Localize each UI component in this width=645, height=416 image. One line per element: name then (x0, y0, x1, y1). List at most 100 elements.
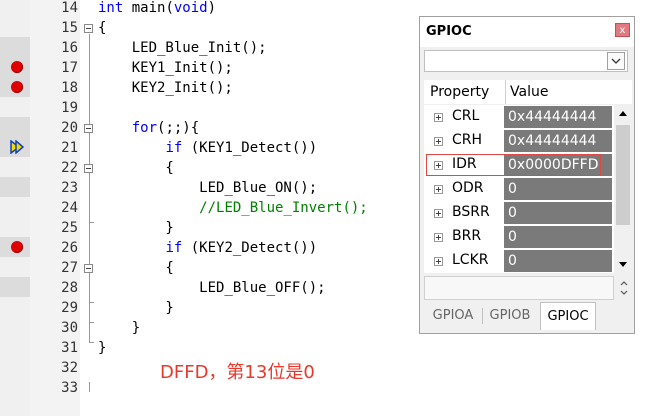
gutter-cell[interactable] (0, 77, 30, 97)
description-panel (424, 276, 614, 300)
fold-guide-end (89, 302, 94, 303)
register-value[interactable]: 0x44444444 (504, 106, 612, 128)
fold-toggle-icon[interactable] (84, 24, 93, 33)
fold-toggle-icon[interactable] (84, 264, 93, 273)
register-value[interactable]: 0 (504, 226, 612, 248)
gutter-cell[interactable] (0, 177, 30, 197)
description-spinner[interactable] (616, 276, 632, 300)
code-line[interactable]: } (98, 218, 173, 238)
line-number: 15 (61, 20, 78, 36)
code-line[interactable]: if (KEY2_Detect()) (98, 238, 317, 258)
gutter-cell[interactable] (0, 237, 30, 257)
current-line-arrow-icon (10, 140, 24, 154)
line-number: 16 (61, 40, 78, 56)
register-name: CRH (452, 132, 483, 148)
port-tabs: GPIOA GPIOB GPIOC (424, 302, 632, 330)
line-number: 27 (61, 260, 78, 276)
scroll-up-icon[interactable] (614, 105, 632, 123)
value-column-header[interactable]: Value (510, 84, 548, 100)
line-number: 22 (61, 160, 78, 176)
register-value[interactable]: 0x44444444 (504, 130, 612, 152)
code-line[interactable]: //LED_Blue_Invert(); (98, 198, 368, 218)
line-number: 18 (61, 80, 78, 96)
code-line[interactable]: } (98, 318, 140, 338)
line-number: 33 (61, 380, 78, 396)
expand-icon[interactable] (434, 137, 443, 146)
breakpoint-icon[interactable] (11, 61, 23, 73)
column-divider[interactable] (505, 80, 506, 104)
expand-icon[interactable] (434, 257, 443, 266)
line-number: 17 (61, 60, 78, 76)
register-name: BRR (452, 228, 482, 244)
fold-guide (89, 382, 90, 392)
line-number: 31 (61, 340, 78, 356)
line-number: 19 (61, 100, 78, 116)
register-value[interactable]: 0 (504, 202, 612, 224)
dropdown-button[interactable] (607, 52, 625, 70)
code-line[interactable]: { (98, 158, 173, 178)
breakpoint-icon[interactable] (11, 241, 23, 253)
view-dropdown[interactable] (424, 50, 628, 72)
breakpoint-icon[interactable] (11, 81, 23, 93)
gutter-cell[interactable] (0, 277, 30, 297)
spin-arrows-icon[interactable] (616, 276, 632, 300)
tab-gpioc[interactable]: GPIOC (540, 302, 596, 330)
code-line[interactable]: for(;;){ (98, 118, 199, 138)
property-table-header: Property Value (424, 80, 632, 104)
code-line[interactable]: if (KEY1_Detect()) (98, 138, 317, 158)
expand-icon[interactable] (434, 209, 443, 218)
fold-toggle-icon[interactable] (84, 124, 93, 133)
gutter-cell[interactable] (0, 57, 30, 77)
register-name: LCKR (452, 252, 489, 268)
fold-guide (89, 34, 90, 342)
chevron-down-icon (611, 58, 621, 64)
idr-highlight-box (426, 154, 601, 176)
gutter-cell[interactable] (0, 37, 30, 57)
fold-guide-end (89, 322, 94, 323)
code-line[interactable]: { (98, 258, 173, 278)
line-number: 25 (61, 220, 78, 236)
register-value[interactable]: 0 (504, 250, 612, 272)
line-number: 24 (61, 200, 78, 216)
scroll-down-icon[interactable] (614, 255, 632, 273)
register-row-odr[interactable]: ODR 0 (424, 177, 612, 201)
register-row-crl[interactable]: CRL 0x44444444 (424, 105, 612, 129)
annotation-text: DFFD，第13位是0 (160, 362, 315, 383)
gutter-cell[interactable] (0, 137, 30, 157)
code-line[interactable]: } (98, 298, 173, 318)
register-row-bsrr[interactable]: BSRR 0 (424, 201, 612, 225)
vertical-scrollbar[interactable] (614, 105, 632, 273)
line-number: 20 (61, 120, 78, 136)
register-value[interactable]: 0 (504, 178, 612, 200)
gutter-cell[interactable] (0, 117, 30, 137)
code-line[interactable]: LED_Blue_OFF(); (98, 278, 325, 298)
code-line[interactable]: KEY2_Init(); (98, 78, 233, 98)
expand-icon[interactable] (434, 185, 443, 194)
tab-separator (482, 308, 483, 324)
breakpoint-gutter[interactable] (0, 0, 30, 416)
fold-guide-end (89, 222, 94, 223)
code-line[interactable]: KEY1_Init(); (98, 58, 233, 78)
window-titlebar[interactable]: GPIOC x (420, 17, 634, 47)
code-line[interactable]: { (98, 18, 106, 38)
register-row-brr[interactable]: BRR 0 (424, 225, 612, 249)
code-line[interactable]: LED_Blue_ON(); (98, 178, 317, 198)
code-line[interactable]: } (98, 338, 106, 358)
code-line[interactable]: int main(void) (98, 0, 216, 18)
tab-gpioa[interactable]: GPIOA (426, 304, 480, 328)
line-number: 29 (61, 300, 78, 316)
register-name: ODR (452, 180, 484, 196)
line-number: 26 (61, 240, 78, 256)
expand-icon[interactable] (434, 233, 443, 242)
scroll-thumb[interactable] (616, 125, 630, 225)
gpioc-peripheral-window[interactable]: GPIOC x Property Value CRL 0x44444444 CRH 0… (419, 16, 635, 334)
register-row-lckr[interactable]: LCKR 0 (424, 249, 612, 273)
property-column-header[interactable]: Property (430, 84, 489, 100)
close-button[interactable]: x (615, 23, 630, 37)
register-row-crh[interactable]: CRH 0x44444444 (424, 129, 612, 153)
expand-icon[interactable] (434, 113, 443, 122)
fold-toggle-icon[interactable] (84, 164, 93, 173)
code-line[interactable]: LED_Blue_Init(); (98, 38, 267, 58)
tab-gpiob[interactable]: GPIOB (484, 304, 536, 328)
line-number: 23 (61, 180, 78, 196)
